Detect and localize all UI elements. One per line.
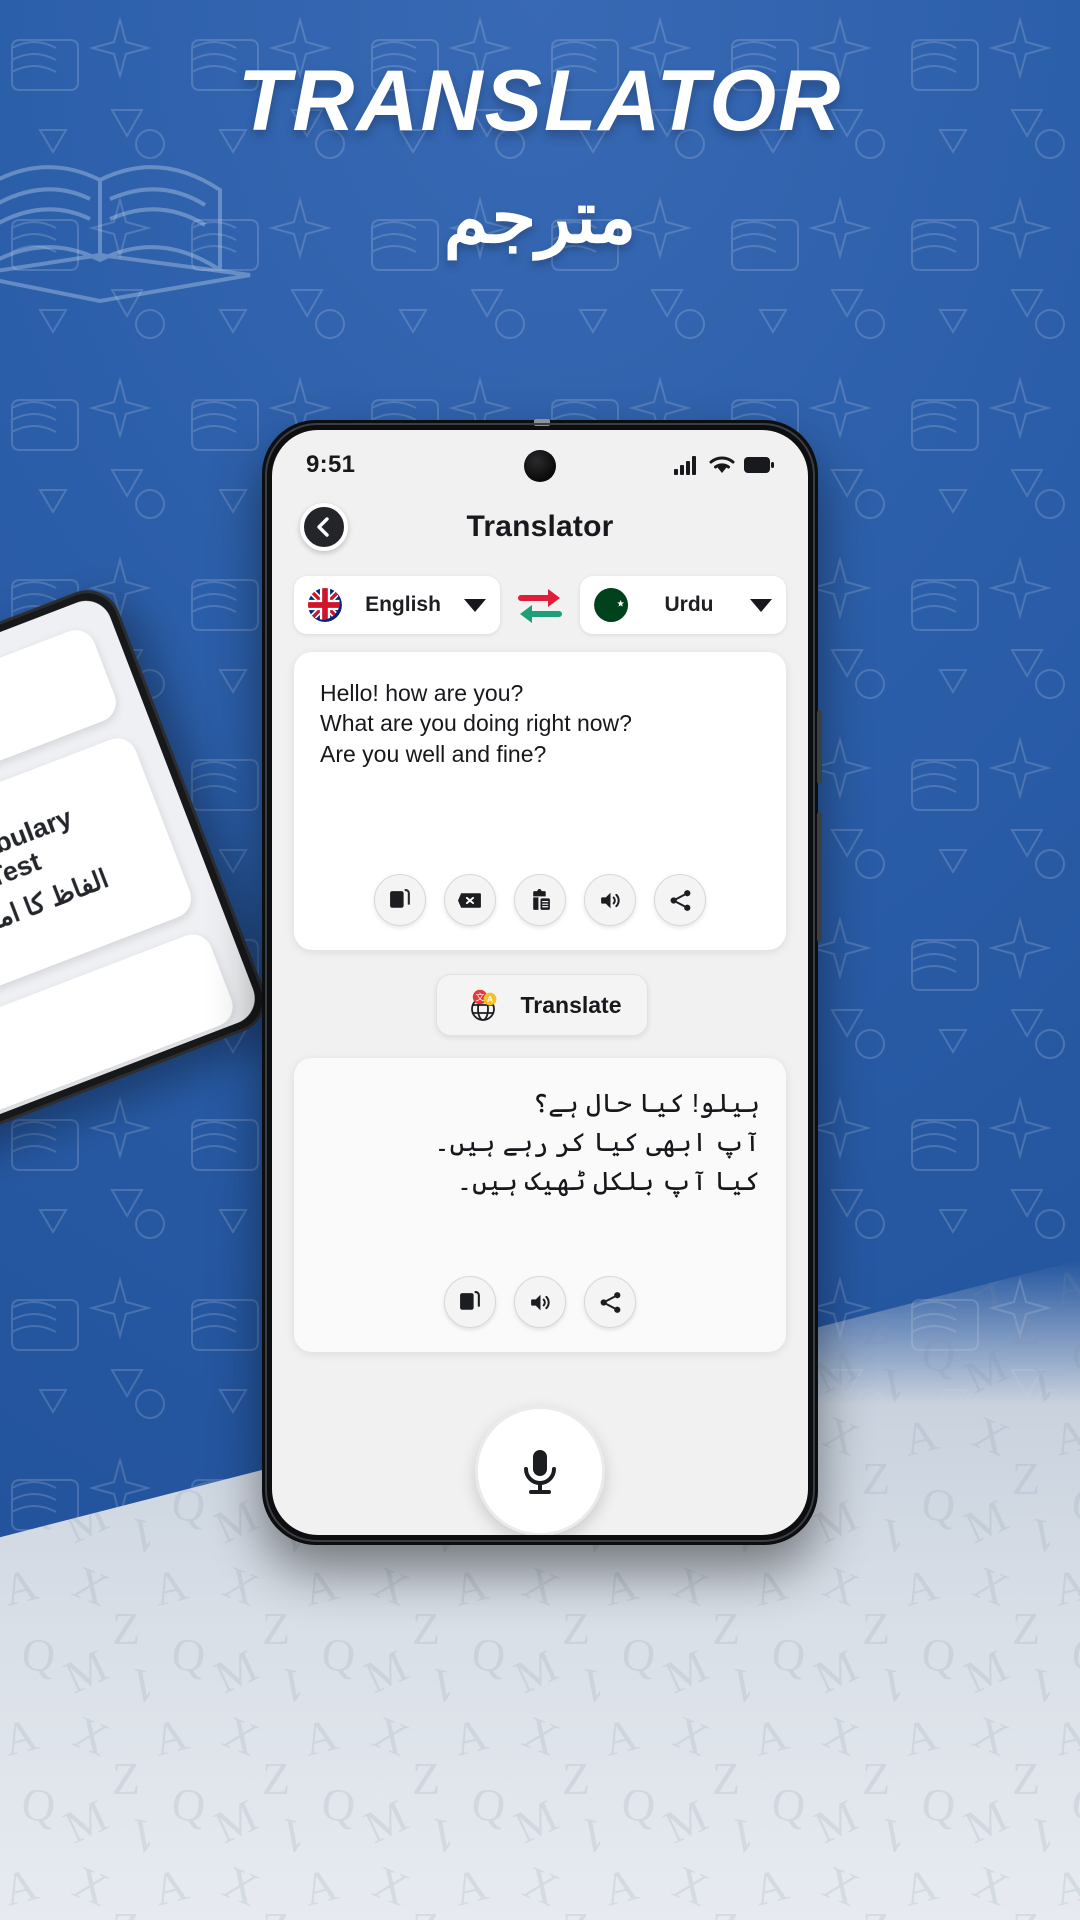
svg-text:文: 文 (475, 992, 484, 1004)
language-selector-row: English Urdu (272, 576, 808, 634)
target-language-selector[interactable]: Urdu (580, 576, 786, 634)
share-icon (600, 1291, 620, 1313)
translated-text-line: ہیلو! کیا حال ہے؟ (533, 1088, 760, 1118)
paste-icon (532, 888, 550, 910)
globe-translate-icon: 文 A (470, 989, 496, 1021)
microphone-button[interactable] (475, 1406, 605, 1535)
chevron-down-icon (464, 598, 486, 612)
status-time: 9:51 (306, 451, 356, 478)
phone-antenna-line (534, 419, 550, 426)
source-language-label: English (365, 593, 441, 616)
front-camera-icon (524, 450, 556, 482)
source-text-card[interactable]: Hello! how are you? What are you doing r… (294, 652, 786, 950)
source-text[interactable]: Hello! how are you? What are you doing r… (294, 652, 786, 769)
microphone-icon (524, 1450, 556, 1494)
signal-icon (674, 456, 696, 475)
chevron-down-icon (750, 598, 772, 612)
share-icon (670, 889, 690, 911)
svg-text:A: A (486, 994, 492, 1004)
swap-arrows-icon (518, 589, 562, 623)
speaker-icon (530, 1294, 550, 1310)
uk-flag-icon (308, 588, 342, 622)
paste-button[interactable] (514, 874, 566, 926)
phone-volume-button[interactable] (817, 812, 822, 942)
page-title: Translator (466, 510, 614, 543)
promo-headline: TRANSLATOR (237, 53, 843, 149)
promo-subheadline-urdu: مترجم (443, 178, 637, 258)
clear-icon (457, 892, 481, 908)
translated-text-line: آپ ابھی کیا کر رہے ہیں۔ (434, 1127, 760, 1157)
copy-button[interactable] (444, 1276, 496, 1328)
swap-languages-button[interactable] (512, 585, 568, 625)
source-text-line: Are you well and fine? (320, 740, 547, 767)
translated-actions (294, 1276, 786, 1328)
clear-button[interactable] (444, 874, 496, 926)
source-text-line: Hello! how are you? (320, 680, 524, 706)
target-language-label: Urdu (664, 593, 714, 616)
source-language-selector[interactable]: English (294, 576, 500, 634)
translate-button[interactable]: 文 A Translate (436, 974, 648, 1036)
battery-icon (744, 457, 774, 473)
speaker-icon (600, 892, 620, 908)
copy-icon (389, 888, 410, 908)
source-actions (294, 874, 786, 926)
status-icons (674, 455, 774, 475)
phone-mockup: 9:51 Translator English Urdu Hello! how … (262, 419, 822, 1545)
phone-screen: 9:51 Translator English Urdu Hello! how … (272, 430, 808, 1535)
wifi-icon (709, 456, 735, 473)
translated-text: ہیلو! کیا حال ہے؟ آپ ابھی کیا کر رہے ہیں… (294, 1058, 786, 1201)
translate-button-label: Translate (520, 991, 622, 1018)
speak-button[interactable] (514, 1276, 566, 1328)
app-bar: Translator (272, 496, 808, 558)
copy-button[interactable] (374, 874, 426, 926)
pakistan-flag-icon (594, 588, 628, 622)
share-button[interactable] (584, 1276, 636, 1328)
speak-button[interactable] (584, 874, 636, 926)
copy-icon (459, 1290, 480, 1310)
translated-text-line: کیا آپ بلکل ٹھیک ہیں۔ (456, 1166, 760, 1196)
share-button[interactable] (654, 874, 706, 926)
translated-text-card[interactable]: ہیلو! کیا حال ہے؟ آپ ابھی کیا کر رہے ہیں… (294, 1058, 786, 1352)
phone-power-button[interactable] (817, 710, 822, 784)
source-text-line: What are you doing right now? (320, 710, 632, 737)
